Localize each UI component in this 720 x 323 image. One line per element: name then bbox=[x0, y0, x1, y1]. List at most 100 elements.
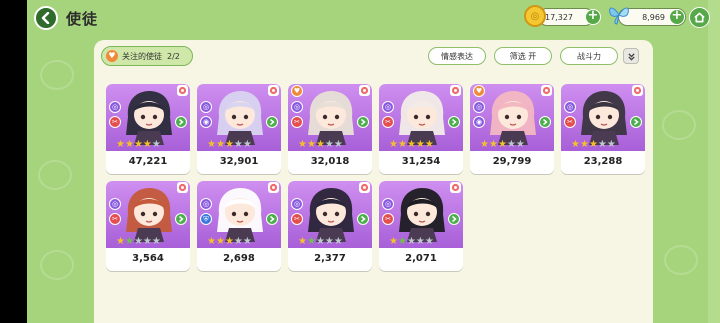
rank-badge bbox=[177, 182, 188, 193]
apostle-card[interactable]: ◎ ✂ ★ ★ ★ ★ ★ 47,221 bbox=[106, 84, 190, 174]
chevron-right-icon bbox=[266, 116, 278, 128]
background-decoration bbox=[40, 250, 74, 280]
apostle-card[interactable]: ◎ ✂ ★ ★ ★ ★ ★ 2,071 bbox=[379, 181, 463, 271]
emotion-button[interactable]: 情感表达 bbox=[428, 47, 486, 65]
background-decoration bbox=[664, 245, 698, 275]
background-decoration bbox=[38, 160, 72, 190]
star-icon: ★ bbox=[424, 139, 434, 150]
star-icon: ★ bbox=[424, 236, 434, 247]
flower-icon bbox=[178, 86, 187, 95]
element-swirl-icon: ◎ bbox=[473, 101, 485, 113]
star-icon: ★ bbox=[224, 139, 234, 150]
star-icon: ★ bbox=[579, 139, 589, 150]
star-icon: ★ bbox=[488, 139, 498, 150]
star-rating: ★ ★ ★ ★ ★ bbox=[298, 140, 343, 150]
rank-badge bbox=[359, 182, 370, 193]
flower-icon bbox=[542, 86, 551, 95]
combat-power: 29,799 bbox=[492, 156, 532, 167]
star-icon: ★ bbox=[242, 236, 252, 247]
rank-badge bbox=[450, 85, 461, 96]
star-icon: ★ bbox=[324, 139, 334, 150]
favorite-apostles-toggle[interactable]: ♥ 关注的使徒 2/2 bbox=[101, 46, 193, 66]
star-icon: ★ bbox=[389, 139, 398, 150]
star-icon: ★ bbox=[606, 139, 616, 150]
star-icon: ★ bbox=[116, 236, 125, 247]
star-icon: ★ bbox=[215, 139, 225, 150]
apostle-card[interactable]: ◎ ✂ ★ ★ ★ ★ ★ 31,254 bbox=[379, 84, 463, 174]
rank-badge bbox=[359, 85, 370, 96]
home-button[interactable] bbox=[689, 7, 710, 28]
star-icon: ★ bbox=[480, 139, 489, 150]
chevron-right-icon bbox=[630, 116, 642, 128]
star-icon: ★ bbox=[133, 236, 143, 247]
crossed-swords-icon: ✂ bbox=[109, 116, 121, 128]
element-swirl-icon: ◎ bbox=[200, 101, 212, 113]
star-rating: ★ ★ ★ ★ ★ bbox=[298, 237, 343, 247]
star-icon: ★ bbox=[415, 139, 425, 150]
page-title: 使徒 bbox=[66, 10, 99, 28]
apostle-card[interactable]: ◎ ✂ ★ ★ ★ ★ ★ 23,288 bbox=[561, 84, 645, 174]
character-portrait bbox=[490, 91, 536, 145]
heart-icon: ♥ bbox=[106, 50, 118, 62]
flower-icon bbox=[360, 183, 369, 192]
flower-icon bbox=[451, 183, 460, 192]
element-swirl-icon: ◎ bbox=[109, 198, 121, 210]
character-portrait bbox=[308, 91, 354, 145]
sort-button[interactable]: 战斗力 bbox=[560, 47, 618, 65]
sort-label: 战斗力 bbox=[577, 51, 601, 61]
apostle-card[interactable]: ◎ ✂ ★ ★ ★ ★ ★ 2,377 bbox=[288, 181, 372, 271]
star-icon: ★ bbox=[515, 139, 525, 150]
chevron-left-icon bbox=[41, 12, 50, 24]
chevron-right-icon bbox=[539, 116, 551, 128]
element-swirl-icon: ◎ bbox=[291, 101, 303, 113]
favorite-heart-icon: ♥ bbox=[291, 85, 303, 97]
rank-badge bbox=[632, 85, 643, 96]
star-icon: ★ bbox=[242, 139, 252, 150]
sort-order-button[interactable] bbox=[623, 48, 639, 64]
star-icon: ★ bbox=[397, 139, 407, 150]
screen-edge-right bbox=[708, 0, 720, 323]
apostle-card[interactable]: ♥ ◎ ✂ ★ ★ ★ ★ ★ 32,018 bbox=[288, 84, 372, 174]
butterfly-gem-icon bbox=[609, 7, 629, 25]
combat-power: 23,288 bbox=[583, 156, 623, 167]
chevron-right-icon bbox=[357, 116, 369, 128]
background-decoration bbox=[662, 110, 696, 140]
star-icon: ★ bbox=[324, 236, 334, 247]
flower-icon bbox=[360, 86, 369, 95]
star-icon: ★ bbox=[333, 236, 343, 247]
chevron-right-icon bbox=[175, 213, 187, 225]
flower-icon bbox=[178, 183, 187, 192]
back-button[interactable] bbox=[34, 6, 58, 30]
combat-power: 2,377 bbox=[314, 253, 346, 264]
double-chevron-down-icon bbox=[627, 52, 635, 61]
star-rating: ★ ★ ★ ★ ★ bbox=[571, 140, 616, 150]
flower-icon bbox=[269, 183, 278, 192]
apostle-card[interactable]: ◎ ⛨ ★ ★ ★ ★ ★ 2,698 bbox=[197, 181, 281, 271]
emotion-label: 情感表达 bbox=[441, 51, 473, 61]
character-portrait bbox=[399, 91, 445, 145]
star-rating: ★ ★ ★ ★ ★ bbox=[207, 237, 252, 247]
character-portrait bbox=[581, 91, 627, 145]
star-icon: ★ bbox=[224, 236, 234, 247]
star-icon: ★ bbox=[333, 139, 343, 150]
favorite-heart-icon: ♥ bbox=[473, 85, 485, 97]
add-gems-button[interactable]: + bbox=[669, 9, 685, 25]
crossed-swords-icon: ✂ bbox=[564, 116, 576, 128]
chevron-right-icon bbox=[175, 116, 187, 128]
element-swirl-icon: ◎ bbox=[109, 101, 121, 113]
character-portrait bbox=[217, 188, 263, 242]
apostle-card[interactable]: ◎ ◉ ★ ★ ★ ★ ★ 32,901 bbox=[197, 84, 281, 174]
shield-icon: ⛨ bbox=[200, 213, 212, 225]
star-icon: ★ bbox=[315, 139, 325, 150]
add-coins-button[interactable]: + bbox=[585, 9, 601, 25]
crossed-swords-icon: ✂ bbox=[382, 116, 394, 128]
apostle-card[interactable]: ◎ ✂ ★ ★ ★ ★ ★ 3,564 bbox=[106, 181, 190, 271]
star-icon: ★ bbox=[415, 236, 425, 247]
crossed-swords-icon: ✂ bbox=[109, 213, 121, 225]
apostle-card[interactable]: ♥ ◎ ◉ ★ ★ ★ ★ ★ 29,799 bbox=[470, 84, 554, 174]
star-icon: ★ bbox=[298, 236, 307, 247]
crossed-swords-icon: ✂ bbox=[291, 116, 303, 128]
character-portrait bbox=[126, 91, 172, 145]
star-rating: ★ ★ ★ ★ ★ bbox=[207, 140, 252, 150]
filter-button[interactable]: 筛选 开 bbox=[494, 47, 552, 65]
